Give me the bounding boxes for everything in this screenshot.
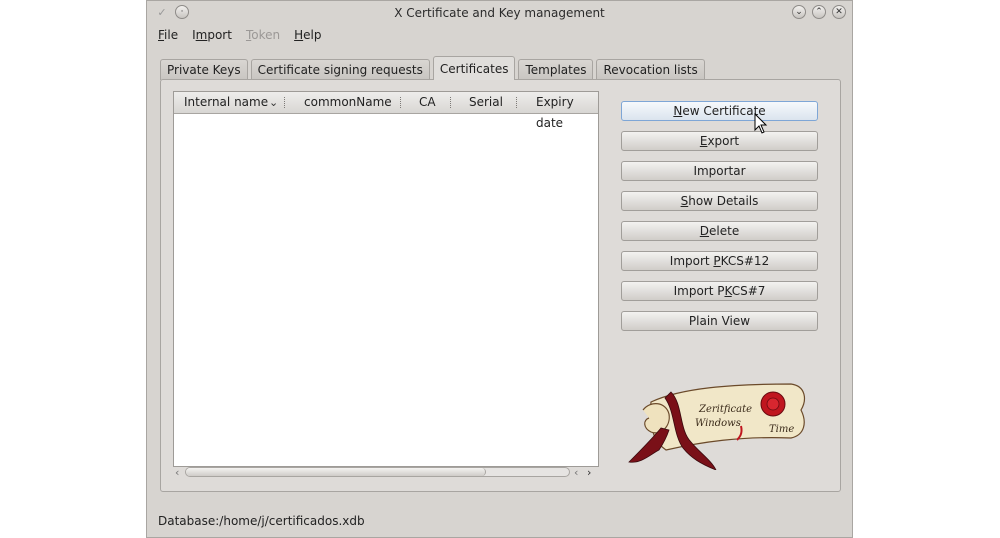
column-common-name[interactable]: commonName <box>304 92 392 113</box>
tab-revocation-lists[interactable]: Revocation lists <box>596 59 705 80</box>
chevron-up-icon: ⌃ <box>815 6 823 17</box>
column-separator[interactable] <box>284 97 287 108</box>
title-bar: ✓ · X Certificate and Key management ⌄ ⌃… <box>147 1 852 25</box>
column-expiry-date[interactable]: Expiry date <box>536 92 598 130</box>
menu-bar: File Import Token Help <box>151 27 328 45</box>
maximize-button[interactable]: ⌃ <box>812 5 826 19</box>
window-title: X Certificate and Key management <box>394 6 605 20</box>
new-certificate-button[interactable]: New Certificate <box>621 101 818 121</box>
scroll-left-icon[interactable]: ‹ <box>574 466 578 480</box>
sort-descending-icon: ⌄ <box>269 96 279 109</box>
menu-import[interactable]: Import <box>185 27 239 45</box>
scroll-thumb[interactable] <box>186 468 486 476</box>
tab-private-keys[interactable]: Private Keys <box>160 59 248 80</box>
menu-token: Token <box>245 28 281 42</box>
column-separator[interactable] <box>450 97 453 108</box>
certificates-table[interactable]: Internal name ⌄ commonName CA Serial Exp… <box>173 91 599 467</box>
export-button[interactable]: Export <box>621 131 818 151</box>
tab-bar: Private Keys Certificate signing request… <box>160 56 705 80</box>
delete-button[interactable]: Delete <box>621 221 818 241</box>
scroll-left-icon[interactable]: ‹ <box>175 466 179 480</box>
menu-file[interactable]: File <box>151 27 185 45</box>
menu-help[interactable]: Help <box>287 27 328 45</box>
horizontal-scrollbar[interactable]: ‹ ‹ › <box>173 466 599 480</box>
tab-certificates[interactable]: Certificates <box>432 56 516 80</box>
show-details-button[interactable]: Show Details <box>621 191 818 211</box>
certificate-scroll-logo: Zeritficate Windows Time <box>628 383 806 470</box>
tab-templates[interactable]: Templates <box>518 59 594 80</box>
column-separator[interactable] <box>516 97 519 108</box>
scroll-right-icon[interactable]: › <box>587 466 591 480</box>
logo-text-line3: Time <box>769 424 794 435</box>
plain-view-button[interactable]: Plain View <box>621 311 818 331</box>
minimize-button[interactable]: ⌄ <box>792 5 806 19</box>
table-header: Internal name ⌄ commonName CA Serial Exp… <box>174 92 598 130</box>
column-separator[interactable] <box>400 97 403 108</box>
import-pkcs7-button[interactable]: Import PKCS#7 <box>621 281 818 301</box>
chevron-down-icon: ⌄ <box>795 6 803 17</box>
certificates-panel: Internal name ⌄ commonName CA Serial Exp… <box>160 79 841 492</box>
column-internal-name[interactable]: Internal name <box>184 92 268 113</box>
logo-text-line2: Windows <box>695 418 741 429</box>
logo-text-line1: Zeritficate <box>698 404 752 415</box>
scroll-track[interactable] <box>185 467 570 477</box>
column-ca[interactable]: CA <box>419 92 436 113</box>
close-icon: ✕ <box>835 6 843 17</box>
mouse-pointer-icon <box>754 113 768 134</box>
import-pkcs12-button[interactable]: Import PKCS#12 <box>621 251 818 271</box>
column-serial[interactable]: Serial <box>469 92 503 113</box>
app-window: ✓ · X Certificate and Key management ⌄ ⌃… <box>146 0 853 538</box>
import-button[interactable]: Importar <box>621 161 818 181</box>
tab-certificate-signing-requests[interactable]: Certificate signing requests <box>250 59 430 80</box>
status-bar-database-path: Database:/home/j/certificados.xdb <box>158 514 365 528</box>
close-button[interactable]: ✕ <box>832 5 846 19</box>
